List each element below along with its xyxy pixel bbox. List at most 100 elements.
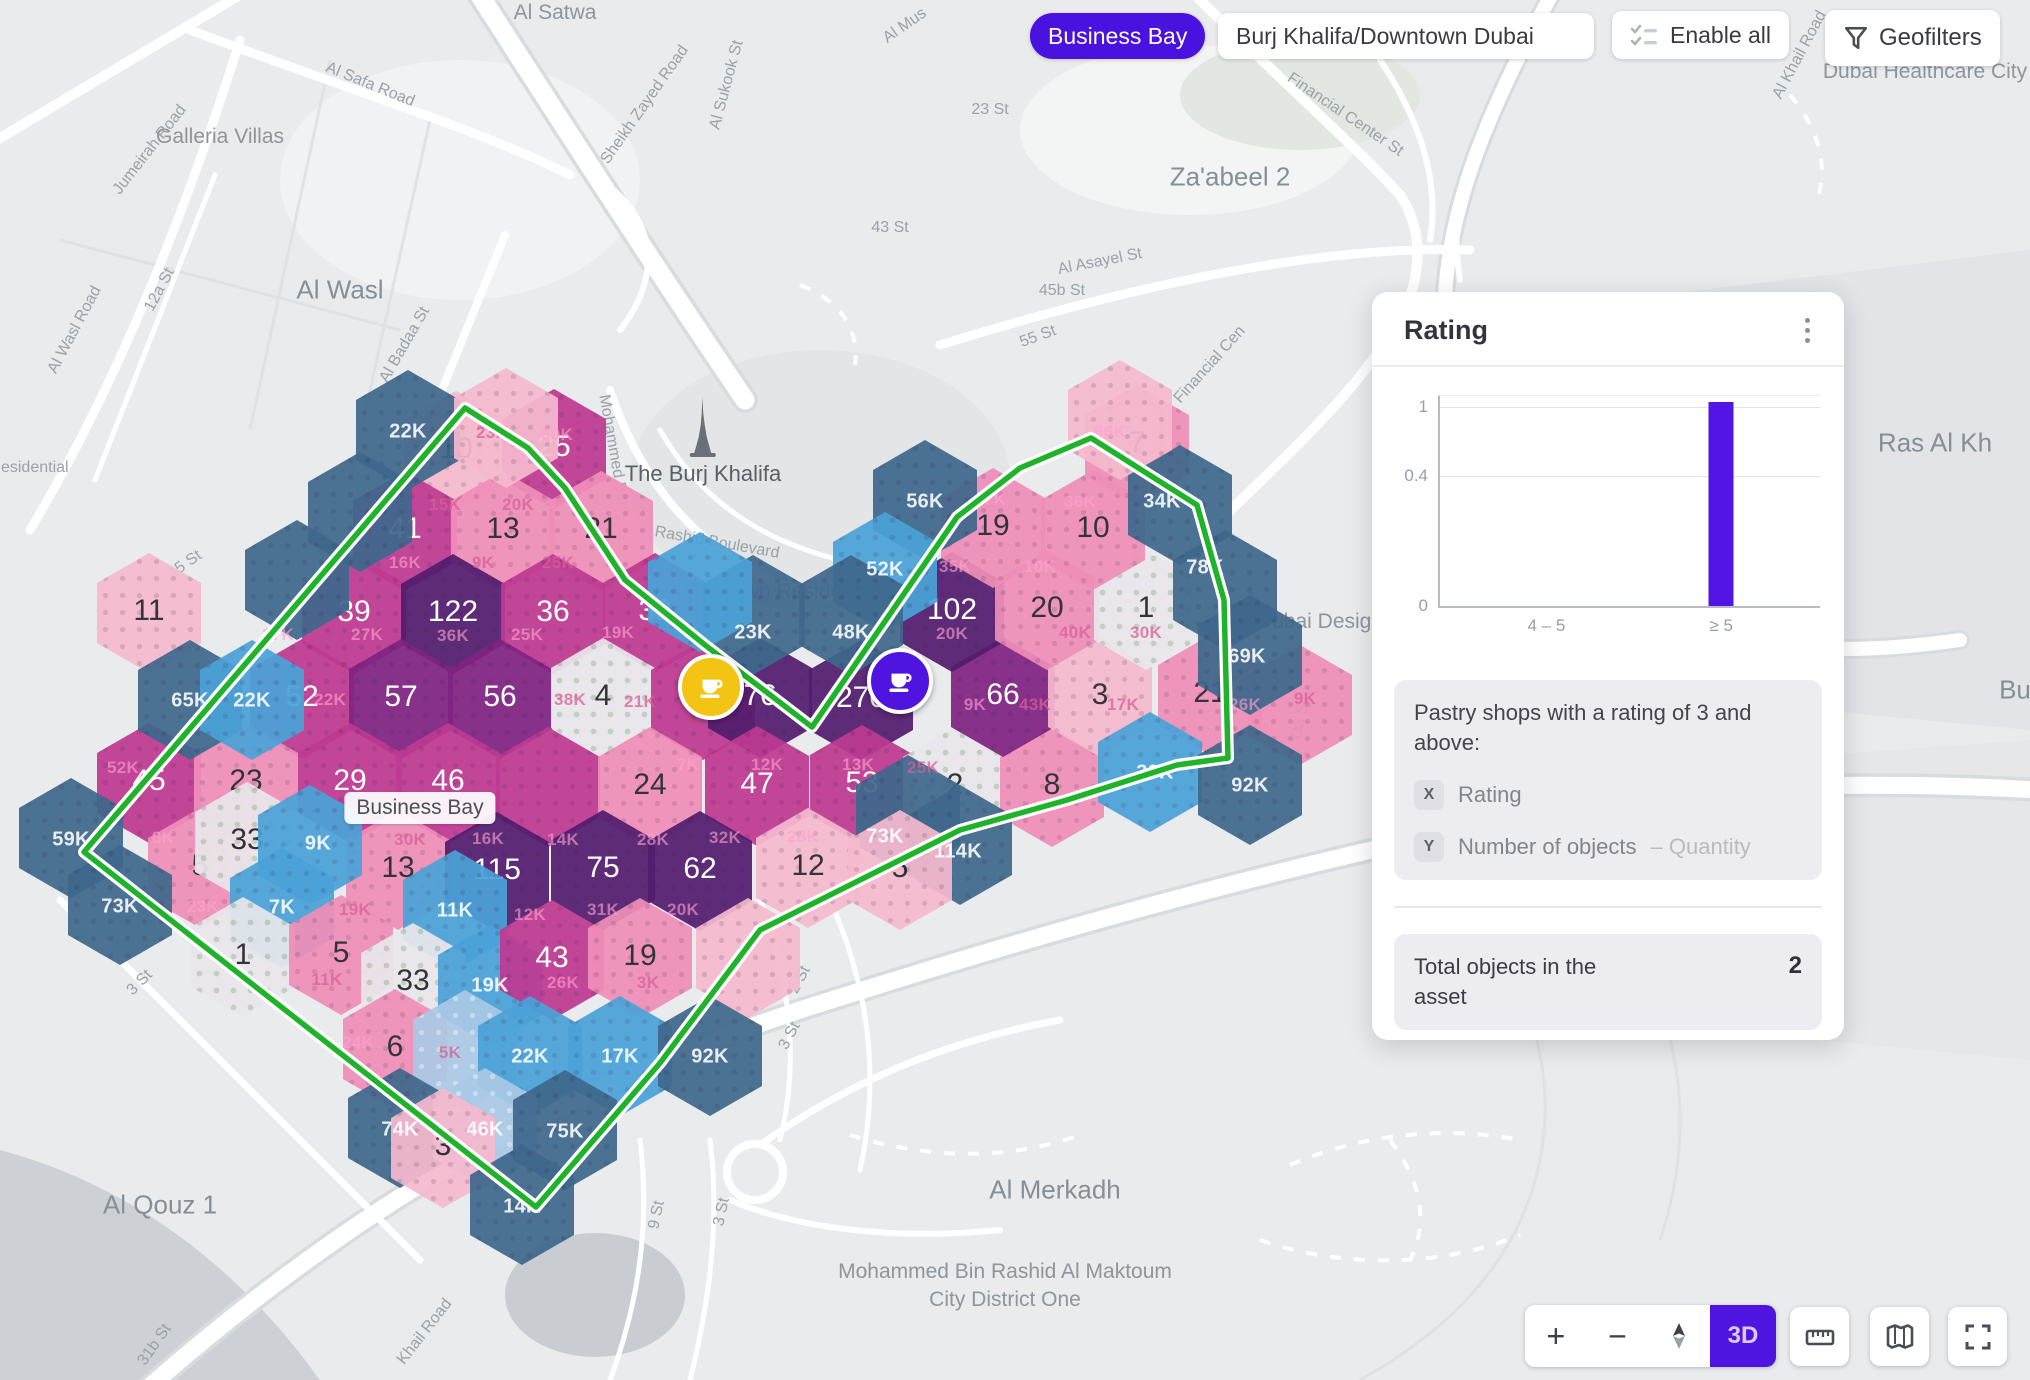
compass-needle-icon (1666, 1321, 1692, 1351)
hex-sublabel: 3K (637, 973, 659, 993)
hex-sublabel: 23K (476, 423, 508, 443)
divider (1394, 906, 1822, 908)
3d-mode-button[interactable]: 3D (1710, 1305, 1776, 1367)
hex-sublabel: 74K (381, 1119, 419, 1142)
chart-gridline (1440, 407, 1820, 408)
hex-sublabel: 25K (542, 553, 574, 573)
basemap-button[interactable] (1870, 1307, 1929, 1366)
search-input[interactable]: Burj Khalifa/Downtown Dubai (1218, 13, 1594, 59)
hex-sublabel: 22K (511, 1046, 549, 1069)
hex-sublabel: 5K (439, 1043, 461, 1063)
chart-bar[interactable] (1709, 402, 1734, 606)
hex-sublabel: 92K (691, 1046, 729, 1069)
hex-sublabel: 14K (547, 830, 579, 850)
chart-category-label: ≥ 5 (1709, 616, 1733, 636)
map-label: Al Merkadh (989, 1175, 1121, 1206)
map-label: Al Wasl (296, 275, 383, 306)
geofilters-button[interactable]: Geofilters (1825, 10, 2000, 66)
hex-sublabel: 23K (187, 897, 219, 917)
map-label: City District One (929, 1288, 1081, 1312)
chart-ytick: 1 (1419, 397, 1428, 417)
hex-sublabel: 20K (936, 624, 968, 644)
y-axis-badge: Y (1414, 832, 1444, 862)
asset-description-card: Pastry shops with a rating of 3 and abov… (1394, 680, 1822, 880)
hex-sublabel: 10K (1024, 557, 1056, 577)
y-axis-label: Number of objects (1458, 834, 1637, 860)
area-filter-chip[interactable]: Business Bay (1030, 13, 1205, 59)
hex-sublabel: 75K (546, 1121, 584, 1144)
hex-sublabel: 16K (472, 829, 504, 849)
hex-sublabel: 92K (1231, 775, 1269, 798)
burj-khalifa-landmark: The Burj Khalifa (625, 397, 782, 487)
checklist-icon (1630, 22, 1660, 48)
hex-sublabel: 20K (667, 900, 699, 920)
hex-sublabel: 22K (233, 690, 271, 713)
x-axis-label: Rating (1458, 782, 1522, 808)
hex-sublabel: 11K (437, 900, 474, 923)
hex-sublabel: 19K (602, 623, 634, 643)
total-objects-label: Total objects in the asset (1414, 952, 1634, 1012)
map-label: l Residential (0, 459, 69, 477)
hex-sublabel: 28K (637, 830, 669, 850)
hex-sublabel: 7K (269, 897, 295, 920)
ruler-icon (1804, 1321, 1836, 1353)
map-label: Bu (1999, 675, 2030, 706)
map-label: 45b St (1039, 282, 1085, 300)
hex-sublabel: 27K (351, 625, 383, 645)
cafe-marker-purple[interactable] (867, 648, 933, 714)
hex-sublabel: 15K (429, 495, 461, 515)
zoom-in-button[interactable]: + (1525, 1305, 1587, 1367)
hex-sublabel: 48K (832, 622, 870, 645)
total-objects-value: 2 (1789, 952, 1802, 1012)
geofilters-label: Geofilters (1879, 24, 1982, 52)
hex-sublabel: 19K (471, 975, 509, 998)
hex-sublabel: 9K (1294, 689, 1316, 709)
hex-sublabel: 36K (437, 626, 469, 646)
hex-sublabel: 52K (107, 758, 139, 778)
map-label: Mohammed Bin Rashid Al Maktoum (838, 1260, 1172, 1284)
y-axis-sublabel: – Quantity (1651, 834, 1751, 860)
x-axis-row: X Rating (1414, 780, 1802, 810)
panel-menu-kebab-icon[interactable] (1797, 314, 1818, 347)
hex-sublabel: 12K (751, 755, 783, 775)
hex-sublabel: 27K (262, 625, 294, 645)
hex-sublabel: 17K (1107, 695, 1139, 715)
chart-ytick: 0.4 (1404, 466, 1428, 486)
compass-button[interactable] (1648, 1305, 1710, 1367)
hex-sublabel: 66K (1094, 422, 1126, 442)
hex-sublabel: 28K (787, 827, 819, 847)
map-label: Al Satwa (514, 1, 597, 25)
hex-sublabel: 38K (554, 690, 586, 710)
cafe-marker-yellow[interactable] (678, 654, 744, 720)
hex-sublabel: 60K (541, 425, 573, 445)
hex-sublabel: 30K (394, 830, 426, 850)
hex-sublabel: 32K (709, 828, 741, 848)
measure-button[interactable] (1790, 1307, 1849, 1366)
hex-sublabel: 73K (101, 896, 139, 919)
zoom-out-button[interactable]: − (1587, 1305, 1649, 1367)
hex-sublabel: 40K (1059, 623, 1091, 643)
filter-funnel-icon (1843, 25, 1869, 51)
hex-sublabel: 16K (389, 553, 421, 573)
map-zoom-controls: + − 3D (1525, 1305, 1776, 1367)
x-axis-badge: X (1414, 780, 1444, 810)
hex-sublabel: 23K (734, 622, 772, 645)
map-stage[interactable]: Al SatwaGalleria VillasAl WaslZa'abeel 2… (0, 0, 2030, 1380)
enable-all-button[interactable]: Enable all (1612, 11, 1789, 59)
hex-sublabel: 30K (1130, 623, 1162, 643)
hex-sublabel: 78K (1186, 557, 1224, 580)
hex-sublabel: 26K (547, 973, 579, 993)
fullscreen-button[interactable] (1948, 1307, 2007, 1366)
hex-sublabel: 35K (939, 557, 971, 577)
hex-sublabel: 36K (1064, 492, 1096, 512)
hex-sublabel: 22K (314, 690, 346, 710)
hex-sublabel: 52K (866, 559, 904, 582)
divider (1372, 365, 1844, 367)
hex-sublabel: 13K (842, 755, 874, 775)
chart-gridline (1440, 476, 1820, 477)
total-objects-card: Total objects in the asset 2 (1394, 934, 1822, 1030)
map-label: Ras Al Kh (1878, 428, 1992, 459)
hex-sublabel: 69K (1228, 646, 1266, 669)
hex-sublabel: 25K (907, 758, 939, 778)
hex-sublabel: 65K (171, 690, 209, 713)
